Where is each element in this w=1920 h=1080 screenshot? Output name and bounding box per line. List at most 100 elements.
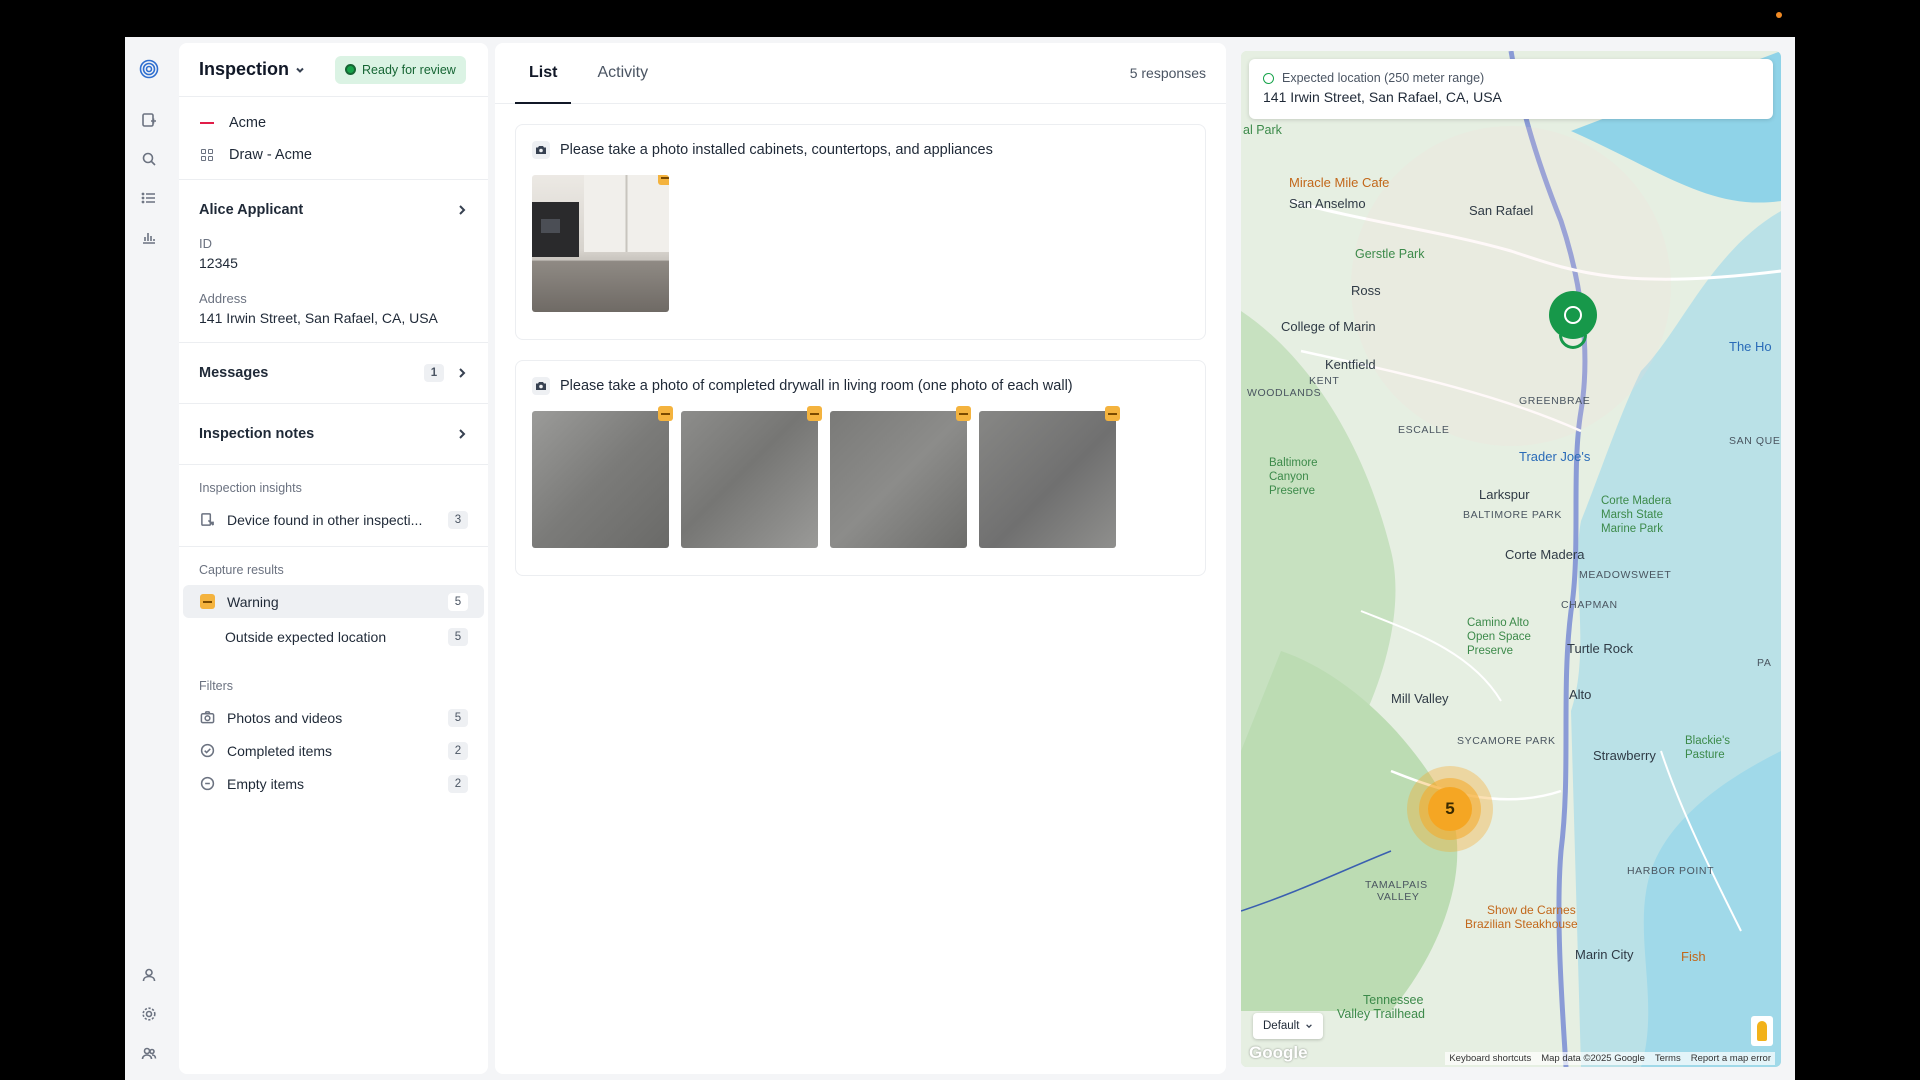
map-label: Trader Joe's xyxy=(1519,449,1591,464)
search-icon[interactable] xyxy=(139,149,159,169)
status-badge[interactable]: Ready for review xyxy=(335,55,466,84)
warning-label: Warning xyxy=(227,593,279,610)
photo-thumbnails xyxy=(516,175,1205,312)
map-label: San Anselmo xyxy=(1289,196,1366,211)
team-icon[interactable] xyxy=(139,1043,159,1063)
messages-label: Messages xyxy=(199,365,269,381)
chevron-down-icon xyxy=(1306,1024,1313,1029)
program-name: Draw - Acme xyxy=(229,147,312,163)
flag-icon xyxy=(200,118,214,128)
inspection-notes-link[interactable]: Inspection notes xyxy=(199,404,468,464)
inspection-header: Inspection Ready for review xyxy=(179,43,488,97)
photo-thumbnail[interactable] xyxy=(681,406,822,548)
tab-bar: List Activity 5 responses xyxy=(495,43,1226,104)
report-error-link[interactable]: Report a map error xyxy=(1691,1053,1771,1064)
outside-location-filter[interactable]: Outside expected location 5 xyxy=(179,620,488,653)
map-label: Marin City xyxy=(1575,947,1634,962)
map-label: Marine Park xyxy=(1601,523,1663,535)
map-label: WOODLANDS xyxy=(1247,387,1322,399)
inspection-sidebar: Inspection Ready for review Acme Draw - … xyxy=(179,43,488,1074)
map-label: Pasture xyxy=(1685,749,1725,761)
expected-location-card: Expected location (250 meter range) 141 … xyxy=(1249,59,1773,119)
map-label: San Rafael xyxy=(1469,203,1534,218)
card-title: Please take a photo of completed drywall… xyxy=(516,361,1205,411)
filter-count-badge: 2 xyxy=(448,741,468,760)
camera-icon xyxy=(199,710,215,726)
map-label: Turtle Rock xyxy=(1567,641,1633,656)
warning-count-badge: 5 xyxy=(448,592,468,611)
tab-activity[interactable]: Activity xyxy=(583,43,662,103)
map-label: Larkspur xyxy=(1479,487,1530,502)
map-label: Tennessee xyxy=(1363,993,1424,1007)
insight-item[interactable]: Device found in other inspecti... 3 xyxy=(179,503,488,536)
grid-icon xyxy=(201,149,213,161)
program-row[interactable]: Draw - Acme xyxy=(199,139,488,171)
location-map[interactable]: Expected location (250 meter range) 141 … xyxy=(1241,51,1781,1067)
terms-link[interactable]: Terms xyxy=(1655,1053,1681,1064)
map-label: Corte Madera xyxy=(1505,547,1585,562)
settings-gear-icon[interactable] xyxy=(139,1004,159,1024)
map-label: SAN QUEI xyxy=(1729,435,1781,447)
messages-link[interactable]: Messages 1 xyxy=(199,343,468,403)
map-type-dropdown[interactable]: Default xyxy=(1253,1013,1324,1039)
status-label: Ready for review xyxy=(362,62,456,77)
street-view-pegman-icon[interactable] xyxy=(1751,1016,1773,1046)
filter-count-badge: 2 xyxy=(448,774,468,793)
filter-empty-items[interactable]: Empty items 2 xyxy=(179,767,488,800)
map-label: Open Space xyxy=(1467,631,1531,643)
photo-thumbnail[interactable] xyxy=(830,406,971,548)
filter-completed-items[interactable]: Completed items 2 xyxy=(179,734,488,767)
tab-list[interactable]: List xyxy=(515,43,572,104)
photo-thumbnail[interactable] xyxy=(532,406,673,548)
map-label: HARBOR POINT xyxy=(1627,865,1715,877)
photo-cluster-marker[interactable]: 5 xyxy=(1407,766,1493,852)
insight-label: Device found in other inspecti... xyxy=(227,511,423,528)
applicant-name: Alice Applicant xyxy=(199,202,304,218)
keyboard-shortcuts-link[interactable]: Keyboard shortcuts xyxy=(1449,1053,1531,1064)
filter-count-badge: 5 xyxy=(448,708,468,727)
insight-count-badge: 3 xyxy=(448,510,468,529)
id-value: 12345 xyxy=(199,255,238,271)
org-name: Acme xyxy=(229,115,267,131)
list-icon[interactable] xyxy=(139,188,159,208)
map-label: Show de Carnes xyxy=(1487,903,1576,917)
map-label: Fish xyxy=(1681,949,1706,964)
map-label: TAMALPAIS xyxy=(1365,879,1428,891)
applicant-link[interactable]: Alice Applicant xyxy=(199,180,468,240)
user-icon[interactable] xyxy=(139,965,159,985)
map-label: Corte Madera xyxy=(1601,495,1672,507)
expected-location-address: 141 Irwin Street, San Rafael, CA, USA xyxy=(1263,89,1502,105)
map-label: Valley Trailhead xyxy=(1337,1007,1426,1021)
warning-icon xyxy=(1105,406,1120,421)
map-label: The Ho xyxy=(1729,339,1772,354)
recording-indicator xyxy=(1776,12,1782,18)
warning-icon xyxy=(658,175,669,185)
address-value: 141 Irwin Street, San Rafael, CA, USA xyxy=(199,310,438,326)
warning-icon xyxy=(956,406,971,421)
camera-icon xyxy=(532,141,550,159)
filter-photos-videos[interactable]: Photos and videos 5 xyxy=(179,701,488,734)
response-card: Please take a photo of completed drywall… xyxy=(515,360,1206,576)
responses-count: 5 responses xyxy=(1129,65,1206,81)
map-label: Mill Valley xyxy=(1391,691,1449,706)
inspection-title[interactable]: Inspection xyxy=(199,59,289,80)
map-label: CHAPMAN xyxy=(1561,599,1618,611)
photo-thumbnail[interactable] xyxy=(979,406,1120,548)
messages-section: Messages 1 xyxy=(179,343,488,404)
filter-label: Empty items xyxy=(227,775,305,792)
card-title-text: Please take a photo of completed drywall… xyxy=(560,378,1073,394)
messages-count-badge: 1 xyxy=(424,364,444,382)
map-label: Ross xyxy=(1351,283,1381,298)
photo-thumbnail[interactable] xyxy=(532,175,669,312)
map-label: Preserve xyxy=(1269,485,1316,497)
card-title-text: Please take a photo installed cabinets, … xyxy=(560,142,993,158)
analytics-icon[interactable] xyxy=(139,227,159,247)
filters-title: Filters xyxy=(199,679,234,693)
map-label: SYCAMORE PARK xyxy=(1457,735,1556,747)
warning-filter[interactable]: Warning 5 xyxy=(183,585,484,618)
new-inspection-icon[interactable] xyxy=(139,110,159,130)
org-row[interactable]: Acme xyxy=(199,107,488,139)
logo-icon[interactable] xyxy=(139,59,159,79)
chevron-down-icon[interactable] xyxy=(295,65,305,75)
filter-label: Photos and videos xyxy=(227,709,343,726)
